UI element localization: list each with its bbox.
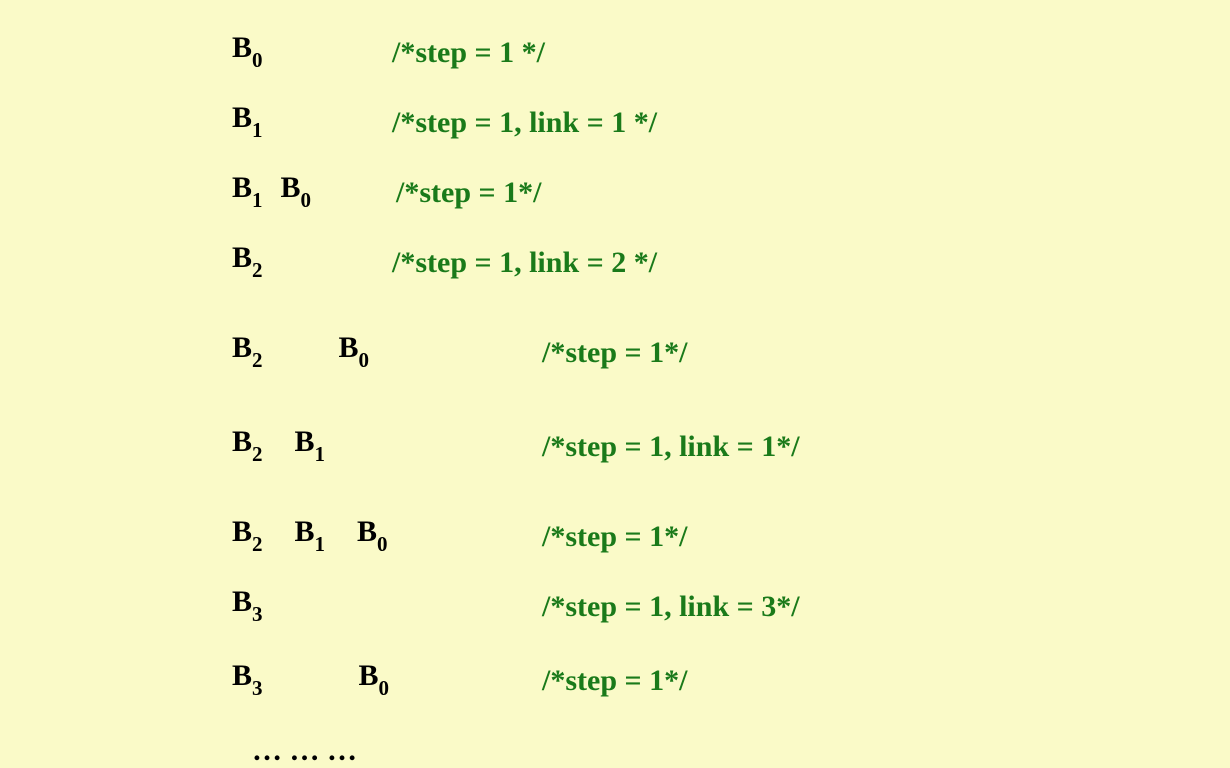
terms-6: B2B1B0	[232, 515, 542, 554]
term-base: B	[339, 331, 359, 364]
term-8-1: B0	[359, 659, 390, 698]
term-sub: 1	[315, 532, 326, 556]
term-5-0: B2	[232, 425, 263, 464]
row-1: B1 /*step = 1, link = 1 */	[232, 80, 1230, 140]
row-3: B2 /*step = 1, link = 2 */	[232, 220, 1230, 280]
term-base: B	[359, 659, 379, 692]
term-sub: 1	[315, 442, 326, 466]
term-base: B	[357, 515, 377, 548]
comment-4: /*step = 1*/	[542, 336, 687, 370]
term-sub: 0	[301, 188, 312, 212]
terms-2: B1B0	[232, 171, 396, 210]
term-base: B	[232, 585, 252, 618]
term-sub: 2	[252, 348, 263, 372]
terms-4: B2B0	[232, 331, 542, 370]
terms-1: B1	[232, 101, 392, 140]
term-base: B	[232, 31, 252, 64]
term-6-1: B1	[295, 515, 326, 554]
row-8: B3B0/*step = 1*/	[232, 634, 1230, 698]
term-2-1: B0	[281, 171, 312, 210]
term-base: B	[232, 101, 252, 134]
term-sub: 3	[252, 602, 263, 626]
term-sub: 2	[252, 442, 263, 466]
term-base: B	[232, 241, 252, 274]
term-base: B	[295, 425, 315, 458]
term-4-0: B2	[232, 331, 263, 370]
comment-0: /*step = 1 */	[392, 36, 545, 70]
comment-3: /*step = 1, link = 2 */	[392, 246, 657, 280]
term-sub: 0	[252, 48, 263, 72]
term-4-1: B0	[339, 331, 370, 370]
term-sub: 0	[377, 532, 388, 556]
term-1-0: B1	[232, 101, 263, 140]
row-5: B2B1/*step = 1, link = 1*/	[232, 380, 1230, 464]
term-3-0: B2	[232, 241, 263, 280]
term-base: B	[232, 425, 252, 458]
term-sub: 2	[252, 532, 263, 556]
term-base: B	[295, 515, 315, 548]
terms-8: B3B0	[232, 659, 542, 698]
row-4: B2B0/*step = 1*/	[232, 290, 1230, 370]
term-sub: 1	[252, 118, 263, 142]
row-7: B3 /*step = 1, link = 3*/	[232, 564, 1230, 624]
terms-5: B2B1	[232, 425, 542, 464]
terms-7: B3	[232, 585, 542, 624]
term-base: B	[232, 171, 252, 204]
term-6-2: B0	[357, 515, 388, 554]
term-sub: 1	[252, 188, 263, 212]
diagram-content: B0/*step = 1 */B1/*step = 1, link = 1 */…	[232, 10, 1230, 768]
term-sub: 3	[252, 676, 263, 700]
term-base: B	[232, 331, 252, 364]
terms-3: B2	[232, 241, 392, 280]
term-5-1: B1	[295, 425, 326, 464]
comment-8: /*step = 1*/	[542, 664, 687, 698]
comment-2: /*step = 1*/	[396, 176, 541, 210]
comment-5: /*step = 1, link = 1*/	[542, 430, 800, 464]
term-base: B	[281, 171, 301, 204]
term-0-0: B0	[232, 31, 263, 70]
term-sub: 0	[359, 348, 370, 372]
row-6: B2B1B0/*step = 1*/	[232, 474, 1230, 554]
terms-0: B0	[232, 31, 392, 70]
term-sub: 0	[379, 676, 390, 700]
term-7-0: B3	[232, 585, 263, 624]
row-0: B0 /*step = 1 */	[232, 10, 1230, 70]
comment-1: /*step = 1, link = 1 */	[392, 106, 657, 140]
comment-6: /*step = 1*/	[542, 520, 687, 554]
ellipsis: … … …	[232, 708, 1230, 768]
term-2-0: B1	[232, 171, 263, 210]
term-base: B	[232, 659, 252, 692]
term-base: B	[232, 515, 252, 548]
term-6-0: B2	[232, 515, 263, 554]
term-8-0: B3	[232, 659, 263, 698]
row-2: B1B0/*step = 1*/	[232, 150, 1230, 210]
term-sub: 2	[252, 258, 263, 282]
comment-7: /*step = 1, link = 3*/	[542, 590, 800, 624]
